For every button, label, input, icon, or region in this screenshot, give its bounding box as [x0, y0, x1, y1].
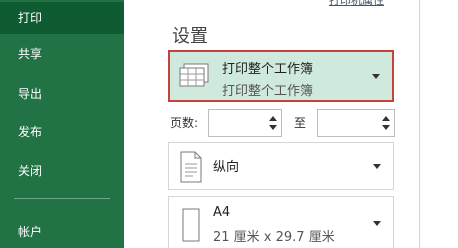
print-scope-subtitle: 打印整个工作簿: [222, 84, 314, 99]
print-settings-pane: 打印机属性 设置 打印整个工作簿 打印整个工作簿 页数: 至 纵向 A4 21 …: [124, 0, 458, 248]
orientation-dropdown[interactable]: 纵向: [168, 142, 394, 190]
pages-from-stepper[interactable]: [208, 109, 282, 137]
pages-label: 页数:: [170, 116, 199, 130]
pane-divider: [419, 0, 420, 248]
print-scope-dropdown[interactable]: 打印整个工作簿 打印整个工作簿: [168, 50, 394, 102]
nav-item-account[interactable]: 帐户: [0, 216, 124, 248]
chevron-down-icon: [373, 221, 381, 226]
orientation-value: 纵向: [213, 160, 240, 175]
nav-item-share[interactable]: 共享: [0, 38, 124, 70]
chevron-down-icon: [373, 164, 381, 169]
spin-down-icon[interactable]: [382, 125, 390, 130]
printer-properties-link[interactable]: 打印机属性: [329, 0, 384, 8]
spin-down-icon[interactable]: [269, 125, 277, 130]
print-scope-title: 打印整个工作簿: [222, 62, 314, 77]
backstage-sidebar: 打印 共享 导出 发布 关闭 帐户: [0, 0, 124, 248]
pages-from-input[interactable]: [209, 110, 275, 136]
settings-heading: 设置: [172, 26, 208, 47]
nav-item-close[interactable]: 关闭: [0, 155, 124, 187]
pages-to-stepper[interactable]: [317, 109, 395, 137]
nav-item-export[interactable]: 导出: [0, 78, 124, 110]
workbook-grid-icon: [178, 60, 212, 94]
nav-item-publish[interactable]: 发布: [0, 116, 124, 148]
pages-to-label: 至: [294, 116, 307, 130]
sidebar-divider: [14, 198, 110, 199]
paper-size-dropdown[interactable]: A4 21 厘米 x 29.7 厘米: [168, 196, 394, 248]
paper-icon: [177, 207, 205, 247]
spin-up-icon[interactable]: [382, 116, 390, 121]
nav-item-print[interactable]: 打印: [0, 2, 124, 34]
portrait-page-icon: [177, 150, 205, 188]
spin-up-icon[interactable]: [269, 116, 277, 121]
chevron-down-icon: [372, 74, 380, 79]
paper-size-title: A4: [213, 205, 231, 220]
paper-size-dimensions: 21 厘米 x 29.7 厘米: [213, 230, 335, 245]
pages-to-input[interactable]: [318, 110, 384, 136]
